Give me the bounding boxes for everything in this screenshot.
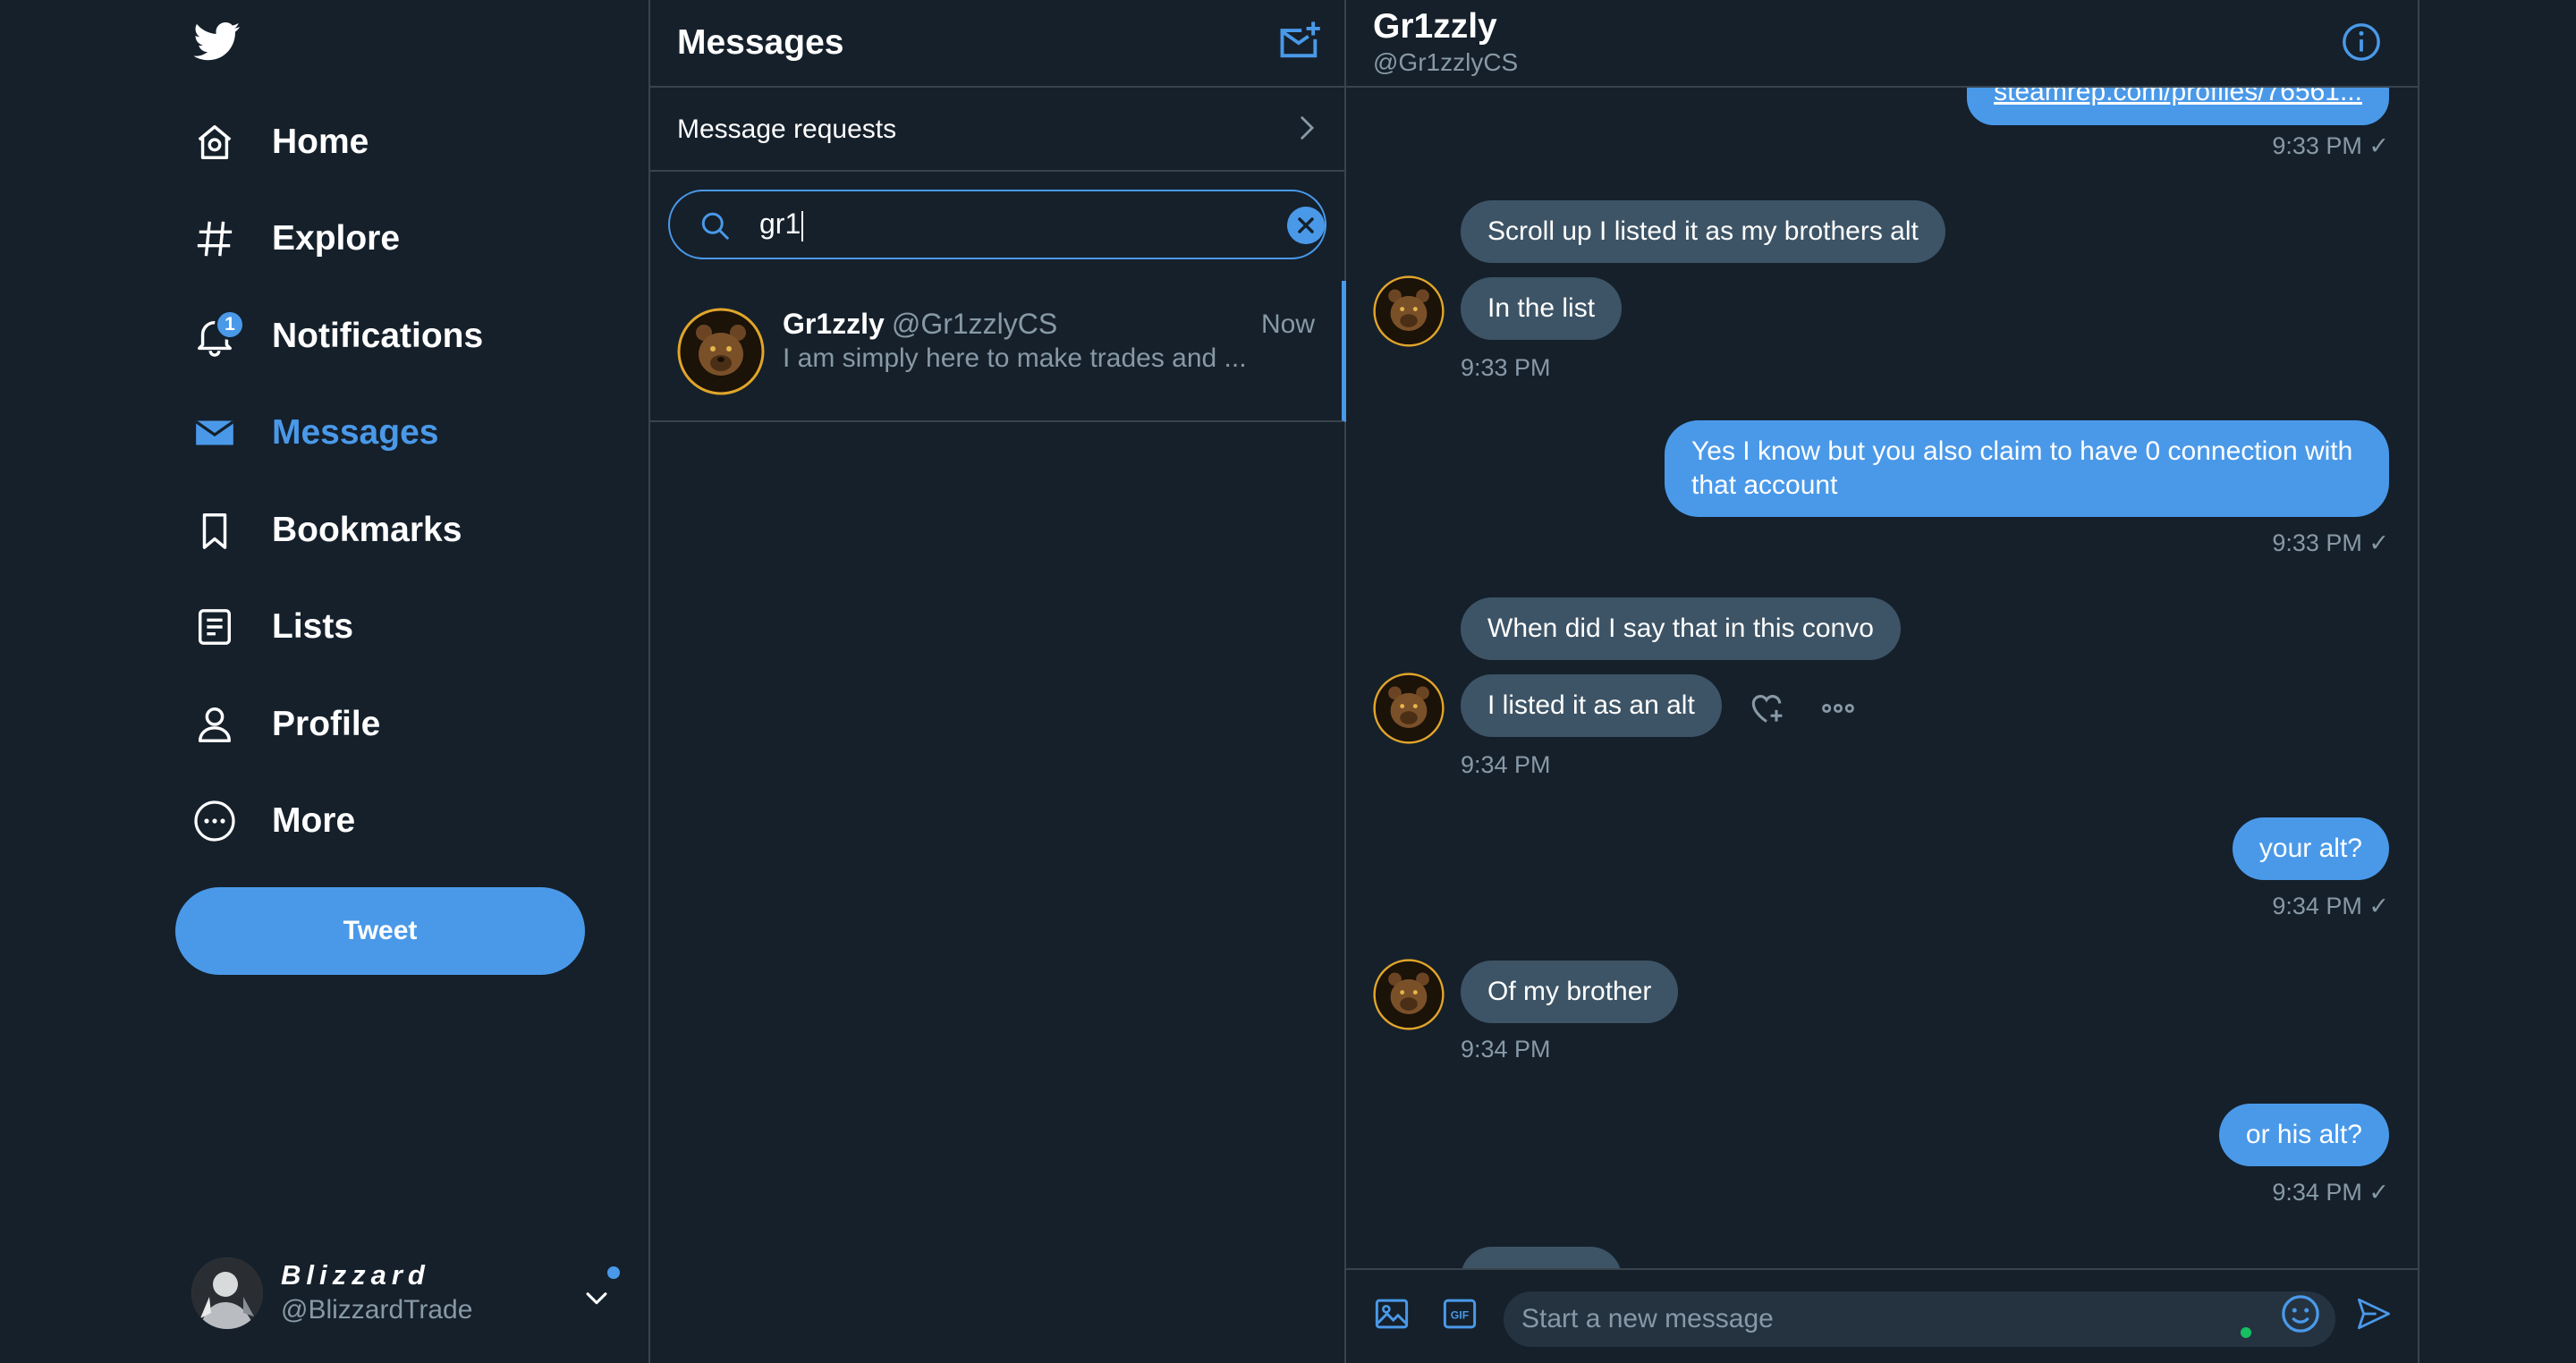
notification-count-badge: 1: [215, 309, 245, 340]
conversation-subtitle-handle: @Gr1zzlyCS: [1373, 48, 1519, 76]
conversation-item[interactable]: Gr1zzly @Gr1zzlyCS Now I am simply here t…: [650, 281, 1346, 422]
message-link[interactable]: steamrep.com/profiles/76561...: [1994, 88, 2362, 106]
nav-lists[interactable]: Lists: [188, 588, 353, 665]
nav-messages[interactable]: Messages: [188, 394, 438, 471]
conversation-panel: Gr1zzly @Gr1zzlyCS steamrep.com/profiles…: [1346, 0, 2419, 1363]
message-composer: GIF Start a new message: [1346, 1268, 2418, 1363]
message-timestamp: 9:34 PM: [1461, 751, 1551, 778]
account-avatar: [191, 1257, 263, 1329]
conversation-time: Now: [1260, 309, 1315, 339]
conversation-display-name: Gr1zzly: [783, 308, 885, 340]
conversation-avatar: [677, 308, 765, 395]
messages-header: Messages: [650, 0, 1344, 88]
message-bubble-incoming[interactable]: When did I say that in this convo: [1461, 597, 1901, 660]
nav-bookmarks-label: Bookmarks: [272, 511, 462, 549]
message-input-placeholder: Start a new message: [1521, 1304, 1774, 1333]
svg-text:GIF: GIF: [1451, 1308, 1470, 1321]
message-bubble-incoming[interactable]: Of my brother: [1461, 961, 1679, 1023]
nav-home-label: Home: [272, 123, 369, 161]
nav-explore[interactable]: Explore: [188, 200, 400, 277]
emoji-icon[interactable]: [2280, 1293, 2321, 1334]
message-timestamp: 9:33 PM ✓: [2272, 132, 2389, 159]
envelope-icon: [188, 406, 242, 460]
search-value: gr1: [759, 207, 804, 241]
home-icon: [188, 115, 242, 169]
info-icon[interactable]: [2341, 21, 2382, 63]
person-icon: [188, 698, 242, 751]
account-handle: @BlizzardTrade: [281, 1295, 473, 1325]
sender-avatar: [1373, 275, 1445, 347]
message-bubble-outgoing[interactable]: your alt?: [2232, 817, 2389, 880]
nav-more[interactable]: More: [188, 783, 355, 859]
conversation-title: Gr1zzly: [1373, 7, 1497, 46]
message-thread: steamrep.com/profiles/76561... 9:33 PM ✓…: [1346, 88, 2418, 1268]
more-circle-icon: [188, 794, 242, 848]
message-timestamp: 9:34 PM ✓: [2272, 893, 2389, 919]
message-bubble-outgoing[interactable]: steamrep.com/profiles/76561...: [1967, 88, 2389, 125]
nav-lists-label: Lists: [272, 607, 354, 646]
chevron-down-icon[interactable]: [581, 1283, 612, 1313]
gif-icon[interactable]: GIF: [1441, 1295, 1479, 1333]
hashtag-icon: [188, 212, 242, 266]
more-options-icon[interactable]: [1818, 689, 1858, 728]
message-requests-label: Message requests: [677, 114, 897, 144]
search-query-text: gr1: [759, 207, 801, 240]
conversation-header: Gr1zzly @Gr1zzlyCS: [1346, 0, 2418, 88]
chevron-right-icon: [1301, 116, 1315, 140]
twitter-logo-icon[interactable]: [191, 18, 243, 64]
nav-messages-label: Messages: [272, 413, 439, 452]
messages-list-panel: Messages Message requests gr1 Gr1zzly @Gr…: [650, 0, 1346, 1363]
nav-notifications[interactable]: 1 Notifications: [188, 298, 483, 375]
message-timestamp: 9:33 PM: [1461, 354, 1551, 381]
message-timestamp: 9:34 PM: [1461, 1036, 1551, 1062]
message-bubble-outgoing[interactable]: Yes I know but you also claim to have 0 …: [1665, 420, 2389, 517]
account-switcher[interactable]: Blizzard @BlizzardTrade: [191, 1256, 621, 1331]
message-timestamp: 9:33 PM ✓: [2272, 529, 2389, 556]
text-caret: [801, 210, 804, 241]
status-dot: [2241, 1327, 2251, 1338]
heart-plus-icon[interactable]: [1747, 689, 1786, 728]
conversation-handle: @Gr1zzlyCS: [891, 308, 1058, 340]
new-message-icon[interactable]: [1276, 18, 1323, 64]
nav-explore-label: Explore: [272, 219, 401, 258]
conversation-preview: I am simply here to make trades and ...: [783, 343, 1247, 373]
message-input[interactable]: Start a new message: [1504, 1291, 2335, 1347]
tweet-button[interactable]: Tweet: [175, 887, 585, 975]
nav-profile[interactable]: Profile: [188, 686, 380, 763]
search-icon: [701, 212, 729, 240]
nav-more-label: More: [272, 801, 356, 840]
send-icon[interactable]: [2355, 1295, 2393, 1333]
message-bubble-incoming[interactable]: I listed it as an alt: [1461, 674, 1722, 737]
bell-icon: 1: [188, 309, 245, 363]
account-display-name: Blizzard: [281, 1259, 430, 1291]
message-timestamp: 9:34 PM ✓: [2272, 1179, 2389, 1206]
clear-search-button[interactable]: [1287, 207, 1325, 244]
list-icon: [188, 600, 242, 654]
sender-avatar: [1373, 959, 1445, 1030]
unread-indicator-dot: [607, 1266, 620, 1279]
message-requests-row[interactable]: Message requests: [650, 88, 1344, 172]
close-icon: [1298, 217, 1314, 233]
nav-profile-label: Profile: [272, 705, 381, 743]
message-bubble-incoming[interactable]: In the list: [1461, 277, 1623, 340]
primary-navigation: Home Explore 1 Notifications Messages Bo…: [0, 0, 650, 1363]
message-bubble-incoming-partial[interactable]: [1461, 1247, 1622, 1268]
nav-bookmarks[interactable]: Bookmarks: [188, 492, 462, 569]
nav-home[interactable]: Home: [188, 104, 369, 181]
message-bubble-incoming[interactable]: Scroll up I listed it as my brothers alt: [1461, 200, 1945, 263]
nav-notifications-label: Notifications: [272, 317, 484, 355]
bookmark-icon: [188, 504, 242, 557]
page-title: Messages: [677, 23, 844, 62]
message-bubble-outgoing[interactable]: or his alt?: [2218, 1104, 2389, 1166]
sender-avatar: [1373, 673, 1445, 744]
search-input[interactable]: gr1: [668, 190, 1326, 259]
conversation-name: Gr1zzly @Gr1zzlyCS: [783, 308, 1057, 341]
image-icon[interactable]: [1373, 1295, 1411, 1333]
